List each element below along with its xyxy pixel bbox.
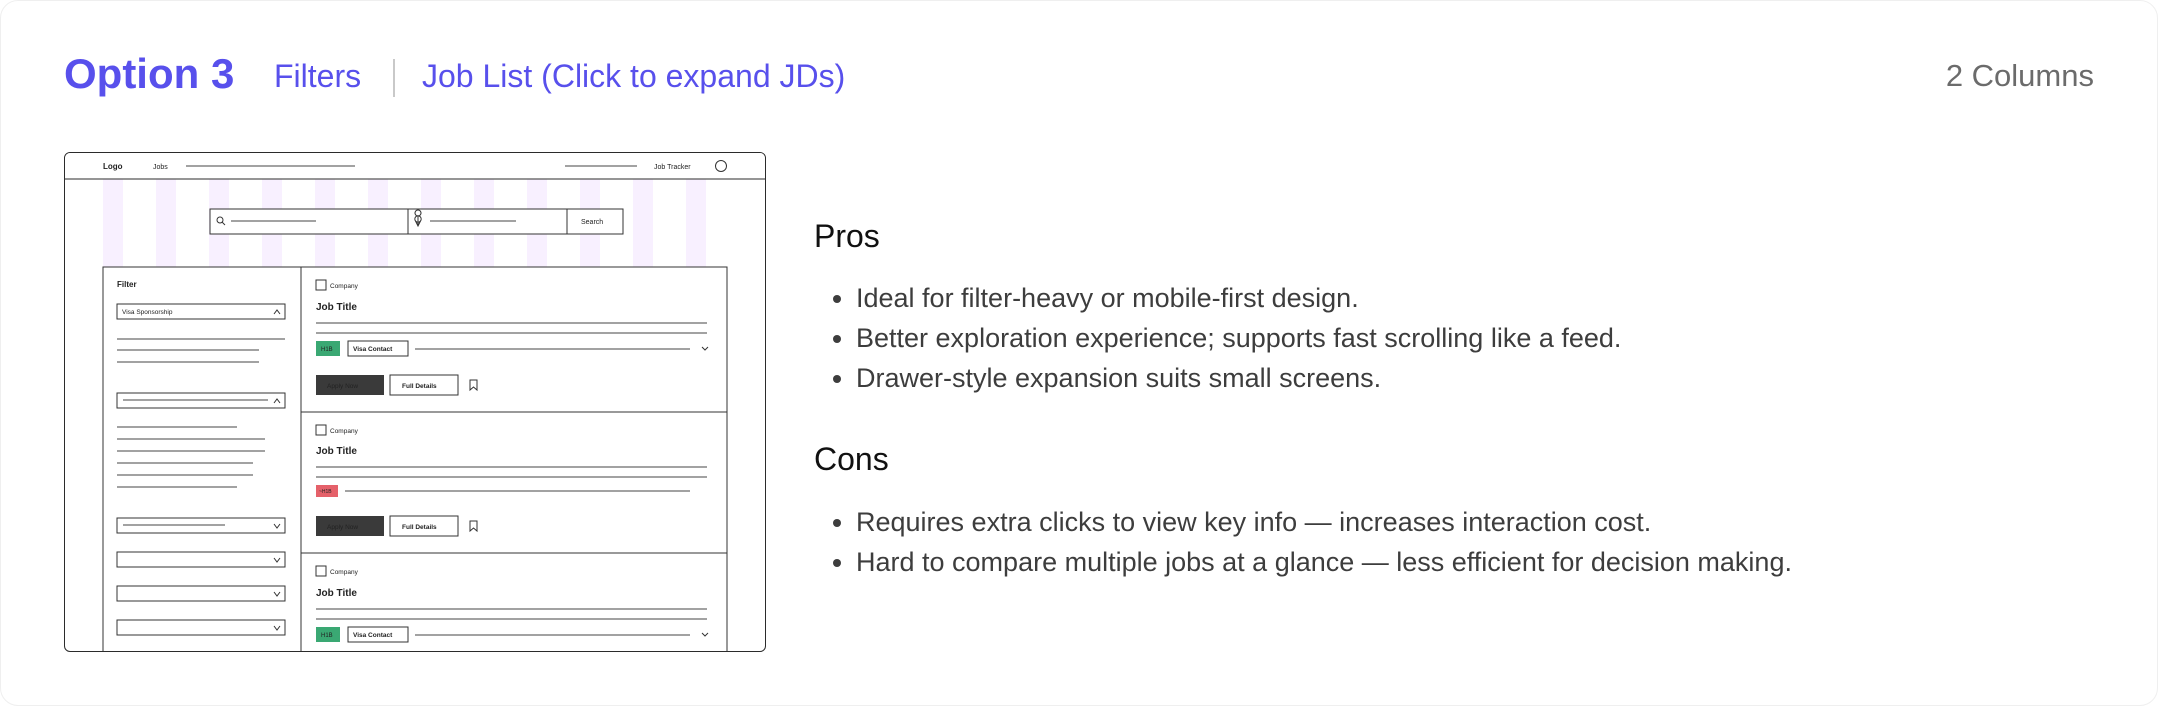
cons-heading: Cons — [814, 441, 889, 477]
wire-search-bar: Search — [209, 208, 624, 235]
wire-filter-title: Filter — [117, 280, 137, 289]
wire-h1b-tag: H1B — [321, 633, 333, 639]
wire-nav-jobs: Jobs — [153, 164, 168, 171]
wire-job-list: Company Job Title H1B Visa Contact Apply… — [300, 266, 728, 651]
pros-item: Ideal for filter-heavy or mobile-first d… — [856, 278, 1621, 318]
wire-h1b-tag: H1B — [321, 347, 333, 353]
columns-count-label: 2 Columns — [1945, 58, 2094, 93]
wire-job-tracker: Job Tracker — [654, 164, 691, 171]
wire-company: Company — [330, 283, 359, 290]
wireframe-mockup: Logo Jobs Job Tracker Search Filter Visa… — [64, 152, 766, 652]
filters-label[interactable]: Filters — [274, 58, 361, 95]
pros-item: Better exploration experience; supports … — [856, 318, 1621, 358]
wire-job-title: Job Title — [316, 588, 357, 599]
wire-visa-contact: Visa Contact — [353, 346, 393, 353]
wire-company: Company — [330, 569, 359, 576]
wire-visa-contact: Visa Contact — [353, 632, 393, 639]
cons-item: Requires extra clicks to view key info —… — [856, 502, 1792, 542]
wire-job-title: Job Title — [316, 302, 357, 313]
wire-search-button: Search — [581, 219, 603, 226]
cons-item: Hard to compare multiple jobs at a glanc… — [856, 542, 1792, 582]
job-list-label[interactable]: Job List (Click to expand JDs) — [422, 58, 845, 95]
option-title: Option 3 — [64, 50, 235, 97]
pros-heading: Pros — [814, 218, 880, 254]
wire-apply-now: Apply Now — [327, 383, 358, 390]
wire-filter-panel: Filter Visa Sponsorship — [102, 266, 302, 651]
wire-h1b-tag: ~H1B — [319, 489, 332, 495]
pros-item: Drawer-style expansion suits small scree… — [856, 358, 1621, 398]
wire-apply-now: Apply Now — [327, 524, 358, 531]
nav-divider — [393, 59, 395, 97]
pros-list: Ideal for filter-heavy or mobile-first d… — [814, 278, 1621, 398]
wire-navbar: Logo Jobs Job Tracker — [65, 153, 765, 180]
wire-visa-sponsorship: Visa Sponsorship — [122, 309, 173, 316]
wire-full-details: Full Details — [402, 383, 437, 390]
wire-logo: Logo — [103, 162, 123, 171]
cons-list: Requires extra clicks to view key info —… — [814, 502, 1792, 582]
wire-job-title: Job Title — [316, 446, 357, 457]
wire-full-details: Full Details — [402, 524, 437, 531]
wire-company: Company — [330, 428, 359, 435]
